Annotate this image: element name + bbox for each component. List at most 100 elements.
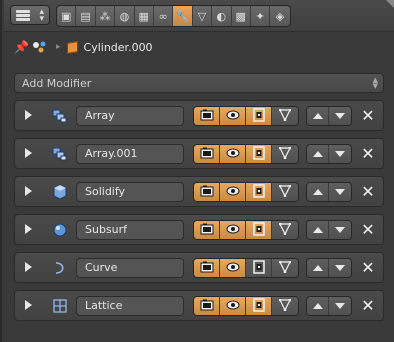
editmode-toggle-button[interactable] bbox=[246, 259, 272, 277]
texture-icon: ▩ bbox=[235, 9, 246, 23]
remove-modifier-button[interactable]: ✕ bbox=[358, 258, 378, 278]
modifier-name-field[interactable]: Array bbox=[76, 106, 184, 126]
move-down-button[interactable] bbox=[329, 221, 351, 239]
tab-scene-icon[interactable]: ⁂ bbox=[96, 6, 116, 26]
expand-arrow-icon[interactable] bbox=[25, 110, 32, 120]
triangle-down-icon bbox=[335, 189, 345, 195]
render-toggle-button[interactable] bbox=[194, 221, 220, 239]
cage-icon bbox=[278, 184, 292, 200]
tab-modifiers-wrench-icon[interactable]: 🔧 bbox=[173, 6, 193, 26]
modifiers-wrench-icon: 🔧 bbox=[175, 9, 190, 23]
expand-arrow-icon[interactable] bbox=[25, 148, 32, 158]
modifier-panel: Subsurf ✕ bbox=[14, 214, 384, 245]
move-up-button[interactable] bbox=[307, 145, 329, 163]
lattice-modifier-icon bbox=[52, 298, 68, 314]
chevron-updown-icon: ▲ ▼ bbox=[372, 76, 378, 90]
add-modifier-dropdown[interactable]: Add Modifier ▲ ▼ bbox=[14, 73, 384, 93]
breadcrumb: 📌 ▸ Cylinder.000 bbox=[14, 36, 384, 58]
add-modifier-label: Add Modifier bbox=[22, 76, 92, 90]
cage-icon bbox=[278, 146, 292, 162]
modifier-panel: Lattice ✕ bbox=[14, 290, 384, 321]
render-toggle-button[interactable] bbox=[194, 183, 220, 201]
modifier-name-field[interactable]: Subsurf bbox=[76, 220, 184, 240]
expand-arrow-icon[interactable] bbox=[25, 224, 32, 234]
render-toggle-button[interactable] bbox=[194, 259, 220, 277]
particles-icon: ✦ bbox=[255, 9, 265, 23]
editmode-toggle-button[interactable] bbox=[246, 221, 272, 239]
editmode-toggle-button[interactable] bbox=[246, 107, 272, 125]
scene-icon bbox=[32, 41, 50, 53]
tab-object-icon[interactable]: ▦ bbox=[135, 6, 154, 26]
cage-toggle-button[interactable] bbox=[272, 145, 298, 163]
tab-render-layers-icon[interactable]: ▤ bbox=[76, 6, 96, 26]
world-icon: ◍ bbox=[119, 9, 130, 23]
breadcrumb-separator: ▸ bbox=[56, 42, 61, 52]
move-up-button[interactable] bbox=[307, 221, 329, 239]
render-toggle-button[interactable] bbox=[194, 145, 220, 163]
editmode-toggle-button[interactable] bbox=[246, 145, 272, 163]
realtime-toggle-button[interactable] bbox=[220, 221, 246, 239]
cage-toggle-button[interactable] bbox=[272, 221, 298, 239]
remove-modifier-button[interactable]: ✕ bbox=[358, 296, 378, 316]
render-icon bbox=[200, 185, 214, 200]
realtime-toggle-button[interactable] bbox=[220, 297, 246, 315]
cage-toggle-button[interactable] bbox=[272, 107, 298, 125]
modifier-name-field[interactable]: Array.001 bbox=[76, 144, 184, 164]
modifier-name-field[interactable]: Lattice bbox=[76, 296, 184, 316]
move-down-button[interactable] bbox=[329, 297, 351, 315]
remove-modifier-button[interactable]: ✕ bbox=[358, 220, 378, 240]
area-corner-handle[interactable] bbox=[386, 0, 394, 10]
realtime-toggle-button[interactable] bbox=[220, 259, 246, 277]
chevron-updown-icon: ▴ ▾ bbox=[39, 7, 44, 24]
cage-toggle-button[interactable] bbox=[272, 297, 298, 315]
tab-constraints-icon[interactable]: ∞ bbox=[154, 6, 174, 26]
move-up-button[interactable] bbox=[307, 259, 329, 277]
tab-material-icon[interactable]: ◐ bbox=[212, 6, 232, 26]
expand-arrow-icon[interactable] bbox=[25, 262, 32, 272]
cage-toggle-button[interactable] bbox=[272, 183, 298, 201]
move-up-button[interactable] bbox=[307, 107, 329, 125]
render-toggle-button[interactable] bbox=[194, 297, 220, 315]
tab-object-data-icon[interactable]: ▽ bbox=[193, 6, 213, 26]
remove-modifier-button[interactable]: ✕ bbox=[358, 182, 378, 202]
editor-type-button[interactable]: ▴ ▾ bbox=[10, 5, 50, 25]
close-icon: ✕ bbox=[361, 296, 375, 315]
move-up-button[interactable] bbox=[307, 297, 329, 315]
expand-arrow-icon[interactable] bbox=[25, 300, 32, 310]
cage-icon bbox=[278, 298, 292, 314]
scene-icon: ⁂ bbox=[99, 9, 111, 23]
move-up-button[interactable] bbox=[307, 183, 329, 201]
tab-particles-icon[interactable]: ✦ bbox=[251, 6, 271, 26]
remove-modifier-button[interactable]: ✕ bbox=[358, 144, 378, 164]
cage-toggle-button[interactable] bbox=[272, 259, 298, 277]
realtime-toggle-button[interactable] bbox=[220, 183, 246, 201]
realtime-toggle-button[interactable] bbox=[220, 145, 246, 163]
move-down-button[interactable] bbox=[329, 107, 351, 125]
modifier-panel: Solidify ✕ bbox=[14, 176, 384, 207]
move-down-button[interactable] bbox=[329, 183, 351, 201]
properties-editor-icon bbox=[16, 10, 30, 21]
tab-world-icon[interactable]: ◍ bbox=[115, 6, 135, 26]
properties-header: ▴ ▾ ▣ ▤ ⁂ ◍ ▦ ∞ 🔧 ▽ ◐ ▩ ✦ ◈ bbox=[4, 0, 394, 32]
expand-arrow-icon[interactable] bbox=[25, 186, 32, 196]
triangle-down-icon bbox=[335, 265, 345, 271]
remove-modifier-button[interactable]: ✕ bbox=[358, 106, 378, 126]
editmode-toggle-button[interactable] bbox=[246, 297, 272, 315]
render-icon bbox=[200, 223, 214, 238]
editmode-icon bbox=[252, 145, 265, 163]
tab-render-icon[interactable]: ▣ bbox=[57, 6, 77, 26]
modifier-name-field[interactable]: Curve bbox=[76, 258, 184, 278]
move-down-button[interactable] bbox=[329, 145, 351, 163]
realtime-toggle-button[interactable] bbox=[220, 107, 246, 125]
pin-icon[interactable]: 📌 bbox=[14, 40, 32, 54]
move-down-button[interactable] bbox=[329, 259, 351, 277]
render-toggle-button[interactable] bbox=[194, 107, 220, 125]
modifier-move-buttons bbox=[306, 106, 352, 126]
array-modifier-icon bbox=[52, 146, 68, 162]
tab-texture-icon[interactable]: ▩ bbox=[232, 6, 251, 26]
modifier-move-buttons bbox=[306, 144, 352, 164]
editmode-toggle-button[interactable] bbox=[246, 183, 272, 201]
tab-physics-icon[interactable]: ◈ bbox=[270, 6, 289, 26]
modifier-visibility-toggles bbox=[193, 144, 299, 164]
modifier-name-field[interactable]: Solidify bbox=[76, 182, 184, 202]
